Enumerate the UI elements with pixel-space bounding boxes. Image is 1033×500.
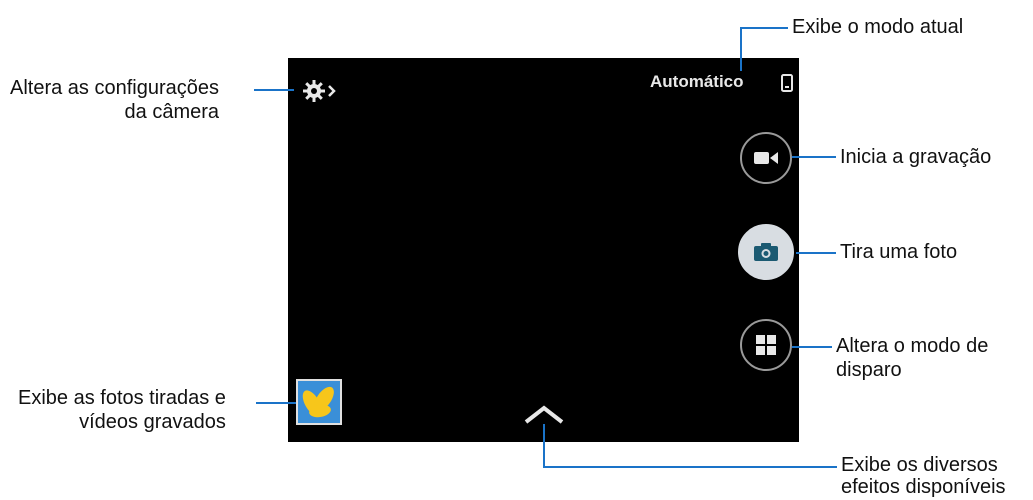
callout-shooting-mode-line2: disparo [836, 359, 902, 381]
leader-line-record [792, 156, 836, 158]
gallery-thumbnail[interactable] [296, 379, 342, 425]
callout-gallery-line2: vídeos gravados [79, 411, 226, 433]
callout-settings: Altera as configurações da câmera [10, 76, 219, 124]
video-camera-icon [754, 152, 778, 164]
leader-line-settings [254, 89, 294, 91]
settings-button[interactable] [302, 78, 342, 104]
leader-line-mode-v [740, 27, 742, 71]
callout-shooting-mode-line1: Altera o modo de [836, 335, 989, 357]
leader-line-gallery [256, 402, 296, 404]
record-button[interactable] [740, 132, 792, 184]
callout-current-mode: Exibe o modo atual [792, 16, 964, 38]
camera-icon [754, 243, 778, 261]
callout-gallery-line1: Exibe as fotos tiradas e [18, 387, 226, 409]
shooting-mode-button[interactable] [740, 319, 792, 371]
callout-record: Inicia a gravação [840, 146, 992, 168]
callout-settings-line2: da câmera [124, 101, 220, 123]
grid-icon [756, 335, 776, 355]
callout-settings-line1: Altera as configurações [10, 77, 220, 99]
leader-line-effects-v [543, 424, 545, 468]
leader-line-effects-h [543, 466, 837, 468]
leader-line-photo [796, 252, 836, 254]
callout-effects: Exibe os diversos efeitos disponíveis [841, 454, 1006, 498]
callout-shooting-mode: Altera o modo de disparo [836, 334, 988, 382]
flower-image [298, 381, 340, 423]
callout-gallery: Exibe as fotos tiradas e vídeos gravados [18, 386, 226, 434]
take-photo-button[interactable] [738, 224, 794, 280]
leader-line-shooting-mode [792, 346, 832, 348]
callout-effects-line2: efeitos disponíveis [841, 476, 1006, 498]
phone-storage-icon [781, 74, 793, 92]
camera-viewfinder[interactable]: Automático [288, 58, 799, 442]
callout-effects-line1: Exibe os diversos [841, 454, 998, 476]
leader-line-mode-h [740, 27, 788, 29]
current-mode-label: Automático [650, 72, 744, 91]
callout-photo: Tira uma foto [840, 241, 958, 263]
gear-icon [303, 80, 336, 102]
